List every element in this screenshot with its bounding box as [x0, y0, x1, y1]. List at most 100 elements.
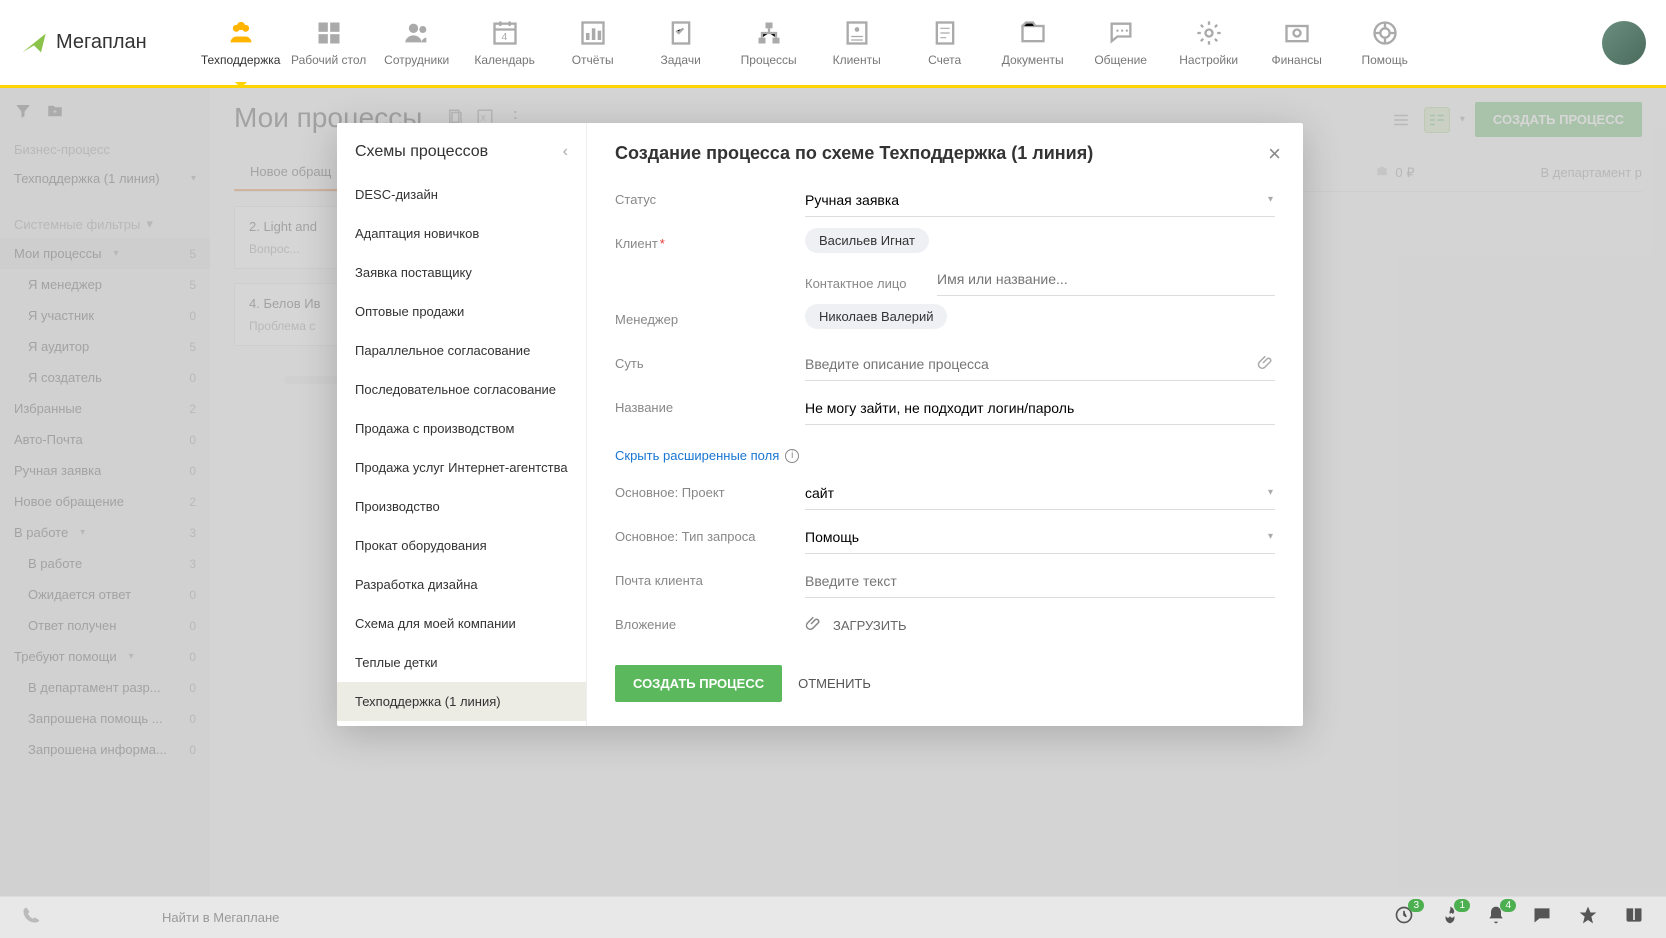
label-project: Основное: Проект: [615, 477, 805, 500]
staff-icon: [403, 19, 431, 47]
reports-icon: [579, 19, 607, 47]
upload-label: ЗАГРУЗИТЬ: [833, 618, 907, 633]
svg-text:4: 4: [501, 31, 507, 43]
nav-tasks[interactable]: Задачи: [637, 19, 725, 67]
nav-label: Отчёты: [572, 53, 614, 67]
essence-input[interactable]: [805, 348, 1275, 381]
nav-label: Сотрудники: [384, 53, 449, 67]
status-select[interactable]: [805, 184, 1275, 217]
cancel-button[interactable]: ОТМЕНИТЬ: [798, 676, 871, 691]
row-status: Статус ▾: [615, 184, 1275, 220]
phone-icon[interactable]: [22, 906, 42, 929]
book-icon[interactable]: [1624, 905, 1644, 930]
toggle-extended-fields[interactable]: Скрыть расширенные поля i: [615, 448, 799, 463]
paperclip-icon[interactable]: [1257, 354, 1275, 377]
manager-chip[interactable]: Николаев Валерий: [805, 304, 947, 329]
avatar[interactable]: [1602, 21, 1646, 65]
client-chip[interactable]: Васильев Игнат: [805, 228, 929, 253]
modal-title: Создание процесса по схеме Техподдержка …: [615, 143, 1275, 164]
close-icon[interactable]: ×: [1268, 141, 1281, 167]
nav-settings[interactable]: Настройки: [1165, 19, 1253, 67]
clock-icon[interactable]: 3: [1394, 905, 1414, 930]
label-client: Клиент*: [615, 228, 805, 251]
scheme-item[interactable]: Техподдержка (1 линия): [337, 682, 586, 721]
create-process-modal: Схемы процессов ‹ DESC-дизайнАдаптация н…: [337, 123, 1303, 726]
nav-label: Документы: [1002, 53, 1064, 67]
upload-button[interactable]: ЗАГРУЗИТЬ: [805, 609, 907, 642]
required-asterisk: *: [660, 236, 665, 251]
modal-scheme-header: Схемы процессов ‹: [337, 123, 586, 175]
nav-label: Общение: [1094, 53, 1147, 67]
top-nav: Мегаплан Техподдержка Рабочий стол Сотрудн…: [0, 0, 1666, 88]
label-essence: Суть: [615, 348, 805, 371]
email-input[interactable]: [805, 565, 1275, 598]
nav-label: Процессы: [741, 53, 797, 67]
paperclip-icon: [805, 615, 823, 636]
star-icon[interactable]: [1578, 905, 1598, 930]
label-attachment: Вложение: [615, 609, 805, 632]
label-status: Статус: [615, 184, 805, 207]
modal-scheme-list-panel: Схемы процессов ‹ DESC-дизайнАдаптация н…: [337, 123, 587, 726]
nav-accounts[interactable]: Счета: [901, 19, 989, 67]
nav-label: Техподдержка: [201, 53, 281, 67]
scheme-item[interactable]: Адаптация новичков: [337, 214, 586, 253]
submit-button[interactable]: СОЗДАТЬ ПРОЦЕСС: [615, 665, 782, 702]
project-select[interactable]: [805, 477, 1275, 510]
nav-clients[interactable]: Клиенты: [813, 19, 901, 67]
bottom-bar: Найти в Мегаплане 3 1 4: [0, 896, 1666, 938]
scheme-item[interactable]: Теплые детки: [337, 643, 586, 682]
nav-reports[interactable]: Отчёты: [549, 19, 637, 67]
nav-label: Настройки: [1179, 53, 1238, 67]
nav-chat[interactable]: Общение: [1077, 19, 1165, 67]
nav-label: Финансы: [1271, 53, 1321, 67]
info-icon: i: [785, 449, 799, 463]
scheme-item[interactable]: Продажа услуг Интернет-агентства: [337, 448, 586, 487]
scheme-item[interactable]: DESC-дизайн: [337, 175, 586, 214]
nav-desktop[interactable]: Рабочий стол: [285, 19, 373, 67]
bottom-icons: 3 1 4: [1394, 905, 1644, 930]
scheme-item[interactable]: Оптовые продажи: [337, 292, 586, 331]
badge-clock: 3: [1408, 899, 1424, 912]
logo-icon: [20, 29, 48, 57]
nav-label: Задачи: [661, 53, 701, 67]
global-search-placeholder[interactable]: Найти в Мегаплане: [162, 910, 1394, 925]
scheme-item[interactable]: Схема для моей компании: [337, 604, 586, 643]
settings-icon: [1195, 19, 1223, 47]
nav-documents[interactable]: Документы: [989, 19, 1077, 67]
contact-input[interactable]: [937, 263, 1275, 296]
message-icon[interactable]: [1532, 905, 1552, 930]
logo-text: Мегаплан: [56, 31, 147, 54]
label-reqtype: Основное: Тип запроса: [615, 521, 805, 544]
nav-calendar[interactable]: 4 Календарь: [461, 19, 549, 67]
nav-help[interactable]: Помощь: [1341, 19, 1429, 67]
back-icon[interactable]: ‹: [563, 143, 568, 161]
toggle-link-text: Скрыть расширенные поля: [615, 448, 779, 463]
nav-finance[interactable]: Финансы: [1253, 19, 1341, 67]
nav-processes[interactable]: Процессы: [725, 19, 813, 67]
scheme-item[interactable]: Заявка поставщику: [337, 253, 586, 292]
row-client: Клиент* Васильев Игнат Контактное лицо: [615, 228, 1275, 296]
modal-scheme-title: Схемы процессов: [355, 143, 488, 161]
modal-form-panel: × Создание процесса по схеме Техподдержк…: [587, 123, 1303, 726]
label-contact: Контактное лицо: [805, 268, 925, 291]
desktop-icon: [315, 19, 343, 47]
scheme-item[interactable]: Прокат оборудования: [337, 526, 586, 565]
scheme-list: DESC-дизайнАдаптация новичковЗаявка пост…: [337, 175, 586, 721]
nav-support[interactable]: Техподдержка: [197, 19, 285, 67]
row-reqtype: Основное: Тип запроса ▾: [615, 521, 1275, 557]
scheme-item[interactable]: Производство: [337, 487, 586, 526]
nav-label: Календарь: [474, 53, 535, 67]
logo[interactable]: Мегаплан: [20, 29, 147, 57]
fire-icon[interactable]: 1: [1440, 905, 1460, 930]
scheme-item[interactable]: Продажа с производством: [337, 409, 586, 448]
nav-items: Техподдержка Рабочий стол Сотрудники 4 Кален…: [197, 19, 1602, 67]
bell-icon[interactable]: 4: [1486, 905, 1506, 930]
label-name: Название: [615, 392, 805, 415]
scheme-item[interactable]: Разработка дизайна: [337, 565, 586, 604]
reqtype-select[interactable]: [805, 521, 1275, 554]
name-input[interactable]: [805, 392, 1275, 425]
scheme-item[interactable]: Параллельное согласование: [337, 331, 586, 370]
nav-staff[interactable]: Сотрудники: [373, 19, 461, 67]
scheme-item[interactable]: Последовательное согласование: [337, 370, 586, 409]
row-manager: Менеджер Николаев Валерий: [615, 304, 1275, 340]
